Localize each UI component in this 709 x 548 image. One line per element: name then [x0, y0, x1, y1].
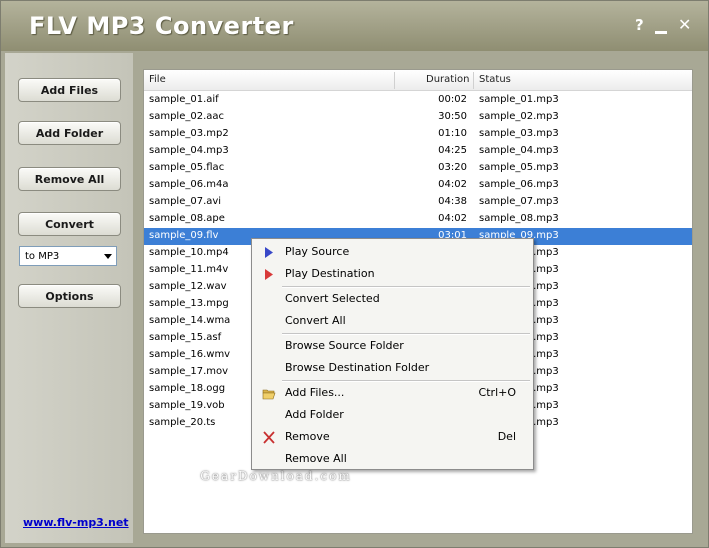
menu-label: Remove: [285, 430, 330, 443]
menu-shortcut: Ctrl+O: [478, 386, 516, 399]
menu-label: Convert Selected: [285, 292, 380, 305]
menu-label: Play Destination: [285, 267, 375, 280]
menu-label: Browse Source Folder: [285, 339, 404, 352]
watermark: GearDownload.com: [200, 469, 352, 483]
website-link[interactable]: www.flv-mp3.net: [23, 516, 129, 529]
menu-label: Remove All: [285, 452, 347, 465]
minimize-button[interactable]: [655, 31, 667, 34]
title-bar[interactable]: FLV MP3 Converter ? ✕: [1, 1, 708, 51]
menu-label: Browse Destination Folder: [285, 361, 430, 374]
app-window: FLV MP3 Converter ? ✕ Add Files Add Fold…: [0, 0, 709, 548]
file-cell: sample_12.wav: [149, 281, 227, 292]
menu-label: Add Files...: [285, 386, 345, 399]
options-button[interactable]: Options: [18, 284, 121, 308]
help-button[interactable]: ?: [635, 18, 644, 33]
menu-separator: [282, 380, 530, 382]
column-header-file[interactable]: File: [149, 74, 166, 85]
column-divider[interactable]: [394, 72, 395, 89]
table-row[interactable]: sample_04.mp3 04:25 sample_04.mp3: [144, 143, 692, 160]
file-cell: sample_01.aif: [149, 94, 219, 105]
duration-cell: 30:50: [438, 111, 467, 122]
file-cell: sample_18.ogg: [149, 383, 226, 394]
file-cell: sample_15.asf: [149, 332, 222, 343]
menu-convert-selected[interactable]: Convert Selected: [254, 289, 531, 309]
file-cell: sample_02.aac: [149, 111, 225, 122]
chevron-down-icon: [104, 254, 112, 259]
play-blue-icon: [265, 247, 273, 258]
file-cell: sample_10.mp4: [149, 247, 229, 258]
status-cell: sample_05.mp3: [479, 162, 559, 173]
remove-x-icon: [263, 431, 275, 444]
file-cell: sample_05.flac: [149, 162, 225, 173]
table-row[interactable]: sample_02.aac 30:50 sample_02.mp3: [144, 109, 692, 126]
file-cell: sample_07.avi: [149, 196, 222, 207]
duration-cell: 01:10: [438, 128, 467, 139]
table-row[interactable]: sample_03.mp2 01:10 sample_03.mp3: [144, 126, 692, 143]
table-row[interactable]: sample_01.aif 00:02 sample_01.mp3: [144, 92, 692, 109]
menu-play-source[interactable]: Play Source: [254, 242, 531, 262]
status-cell: sample_01.mp3: [479, 94, 559, 105]
duration-cell: 00:02: [438, 94, 467, 105]
close-button[interactable]: ✕: [678, 17, 691, 33]
menu-browse-destination-folder[interactable]: Browse Destination Folder: [254, 358, 531, 378]
menu-add-folder[interactable]: Add Folder: [254, 405, 531, 425]
output-format-value: to MP3: [25, 250, 60, 262]
status-cell: sample_07.mp3: [479, 196, 559, 207]
remove-all-button[interactable]: Remove All: [18, 167, 121, 191]
file-cell: sample_03.mp2: [149, 128, 229, 139]
menu-shortcut: Del: [497, 430, 516, 443]
menu-label: Add Folder: [285, 408, 344, 421]
app-title: FLV MP3 Converter: [29, 12, 294, 40]
menu-remove[interactable]: Remove Del: [254, 427, 531, 447]
file-cell: sample_20.ts: [149, 417, 216, 428]
output-format-select[interactable]: to MP3: [19, 246, 117, 266]
duration-cell: 04:02: [438, 213, 467, 224]
play-red-icon: [265, 269, 273, 280]
file-cell: sample_14.wma: [149, 315, 231, 326]
status-cell: sample_08.mp3: [479, 213, 559, 224]
duration-cell: 04:25: [438, 145, 467, 156]
convert-button[interactable]: Convert: [18, 212, 121, 236]
file-cell: sample_16.wmv: [149, 349, 231, 360]
menu-add-files[interactable]: Add Files... Ctrl+O: [254, 383, 531, 403]
file-cell: sample_04.mp3: [149, 145, 229, 156]
folder-open-icon: [262, 389, 276, 400]
duration-cell: 04:02: [438, 179, 467, 190]
file-cell: sample_19.vob: [149, 400, 225, 411]
menu-separator: [282, 333, 530, 335]
add-folder-button[interactable]: Add Folder: [18, 121, 121, 145]
table-row[interactable]: sample_05.flac 03:20 sample_05.mp3: [144, 160, 692, 177]
file-cell: sample_11.m4v: [149, 264, 229, 275]
context-menu: Play Source Play Destination Convert Sel…: [251, 238, 534, 470]
menu-remove-all[interactable]: Remove All: [254, 449, 531, 469]
status-cell: sample_02.mp3: [479, 111, 559, 122]
menu-convert-all[interactable]: Convert All: [254, 311, 531, 331]
file-cell: sample_13.mpg: [149, 298, 229, 309]
menu-play-destination[interactable]: Play Destination: [254, 264, 531, 284]
table-row[interactable]: sample_06.m4a 04:02 sample_06.mp3: [144, 177, 692, 194]
add-files-button[interactable]: Add Files: [18, 78, 121, 102]
list-header: File Duration Status: [144, 70, 692, 91]
file-cell: sample_17.mov: [149, 366, 229, 377]
menu-label: Convert All: [285, 314, 346, 327]
table-row[interactable]: sample_08.ape 04:02 sample_08.mp3: [144, 211, 692, 228]
column-divider[interactable]: [473, 72, 474, 89]
file-cell: sample_06.m4a: [149, 179, 229, 190]
duration-cell: 03:20: [438, 162, 467, 173]
file-cell: sample_09.flv: [149, 230, 219, 241]
menu-browse-source-folder[interactable]: Browse Source Folder: [254, 336, 531, 356]
status-cell: sample_03.mp3: [479, 128, 559, 139]
status-cell: sample_04.mp3: [479, 145, 559, 156]
sidebar: Add Files Add Folder Remove All Convert …: [5, 53, 133, 543]
menu-label: Play Source: [285, 245, 350, 258]
file-cell: sample_08.ape: [149, 213, 225, 224]
table-row[interactable]: sample_07.avi 04:38 sample_07.mp3: [144, 194, 692, 211]
status-cell: sample_06.mp3: [479, 179, 559, 190]
column-header-status[interactable]: Status: [479, 74, 511, 85]
duration-cell: 04:38: [438, 196, 467, 207]
column-header-duration[interactable]: Duration: [426, 74, 469, 85]
menu-separator: [282, 286, 530, 288]
